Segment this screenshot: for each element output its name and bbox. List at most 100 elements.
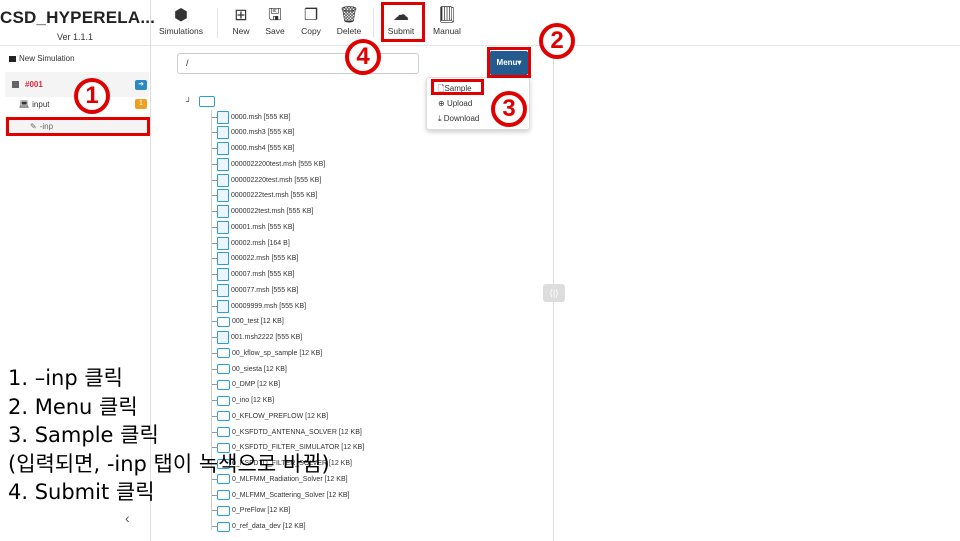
file-item[interactable]: 00009999.msh [555 KB] (212, 299, 306, 313)
instruction-line: (입력되면, -inp 탭이 녹색으로 바뀜) (8, 451, 330, 476)
item-label: 000022.msh [555 KB] (231, 255, 299, 263)
app-version: Ver 1.1.1 (56, 32, 94, 42)
book-icon: 📕︎ (436, 7, 458, 24)
simulations-button[interactable]: ⬢ Simulations (159, 6, 203, 36)
collapse-sidebar-button[interactable]: ‹ (125, 510, 130, 526)
folder-item[interactable]: 0_ref_data_dev [12 KB] (212, 520, 306, 534)
file-item[interactable]: 00002.msh [164 B] (212, 236, 290, 250)
laptop-icon: 💻︎ (19, 100, 30, 109)
annotation-box-inp (6, 117, 150, 136)
file-icon (217, 236, 229, 250)
tree-toggle[interactable]: ┘ (186, 97, 192, 106)
menu-item-download[interactable]: ⤓ Download (438, 114, 479, 124)
path-input[interactable]: / (177, 53, 419, 74)
copy-icon: ❐ (303, 7, 319, 24)
tree-branch (212, 510, 218, 512)
item-label: 00000222test.msh [555 KB] (231, 192, 318, 200)
new-simulation-label: New Simulation (19, 54, 75, 63)
simulation-icon (12, 81, 19, 88)
instruction-line: 1. –inp 클릭 (8, 366, 124, 390)
brand: CSD_HYPERELA... Ver 1.1.1 (0, 0, 156, 46)
tree-branch (212, 526, 218, 527)
floppy-icon: 🖫 (268, 7, 282, 24)
file-icon (217, 283, 229, 297)
file-item[interactable]: 0000.msh [555 KB] (212, 110, 291, 124)
tree-branch (212, 195, 218, 197)
file-icon (217, 331, 229, 344)
plus-square-icon: ⊞ (234, 7, 248, 24)
menu-item-upload[interactable]: ⊕ Upload (438, 99, 472, 108)
folder-icon (217, 316, 230, 327)
file-icon (217, 173, 229, 187)
file-icon (217, 189, 229, 203)
annotation-circle-2: 2 (539, 23, 575, 59)
app-title: CSD_HYPERELA... (0, 8, 156, 27)
file-icon (217, 157, 229, 171)
tree-branch (212, 148, 218, 149)
root-folder-icon[interactable] (199, 96, 215, 107)
item-label: 0000022200test.msh [555 KB] (231, 160, 326, 168)
trash-icon: 🗑︎ (338, 7, 360, 24)
file-item[interactable]: 0000022200test.msh [555 KB] (212, 157, 326, 171)
file-item[interactable]: 000077.msh [555 KB] (212, 283, 299, 297)
new-button[interactable]: ⊞ New (229, 6, 253, 36)
file-item[interactable]: 0000.msh3 [555 KB] (212, 126, 295, 140)
file-icon (217, 268, 229, 281)
instruction-line: 3. Sample 클릭 (8, 423, 159, 447)
new-label: New (232, 26, 250, 36)
file-item[interactable]: 0000.msh4 [555 KB] (212, 142, 295, 156)
tree-branch (212, 274, 218, 275)
delete-button[interactable]: 🗑︎ Delete (334, 6, 364, 36)
upload-label: Upload (446, 99, 473, 108)
resize-handle[interactable]: ⟨|⟩ (543, 284, 565, 302)
manual-button[interactable]: 📕︎ Manual (430, 6, 464, 36)
tree-branch (212, 132, 218, 134)
sim-id-label: #001 (25, 80, 43, 89)
input-label: input (32, 100, 50, 109)
file-item[interactable]: 00001.msh [555 KB] (212, 220, 294, 234)
item-label: 0_PreFlow [12 KB] (232, 507, 291, 515)
simulation-item-001[interactable]: #001 (12, 80, 43, 89)
item-label: 0000.msh3 [555 KB] (231, 129, 295, 137)
folder-icon (217, 505, 230, 516)
input-count-badge: 1 (135, 99, 147, 109)
file-icon (217, 142, 229, 155)
file-icon (217, 205, 229, 218)
save-button[interactable]: 🖫 Save (262, 6, 288, 36)
copy-button[interactable]: ❐ Copy (297, 6, 325, 36)
tree-branch (212, 163, 218, 165)
item-label: 001.msh2222 [555 KB] (231, 334, 303, 341)
new-simulation-item[interactable]: New Simulation (9, 54, 75, 63)
file-item[interactable]: 00007.msh [555 KB] (212, 268, 294, 282)
separator (217, 8, 218, 38)
copy-label: Copy (301, 26, 321, 36)
file-icon (217, 299, 229, 313)
folder-item[interactable]: 00_kflow_sp_sample [12 KB] (212, 346, 322, 360)
item-label: 0000.msh4 [555 KB] (231, 145, 295, 152)
item-label: 000_test [12 KB] (232, 318, 284, 326)
annotation-circle-4: 4 (345, 39, 381, 75)
manual-label: Manual (433, 26, 461, 36)
item-label: 0000.msh [555 KB] (231, 113, 291, 121)
file-item[interactable]: 001.msh2222 [555 KB] (212, 331, 303, 345)
download-label: Download (443, 114, 480, 123)
annotation-circle-3: 3 (491, 91, 527, 127)
tree-branch (212, 321, 218, 323)
item-label: 00002.msh [164 B] (231, 239, 290, 247)
item-label: 0000022test.msh [555 KB] (231, 208, 314, 215)
tree-branch (212, 258, 218, 260)
file-icon (217, 252, 229, 266)
input-item[interactable]: 💻︎ input (19, 100, 50, 109)
folder-item[interactable]: 000_test [12 KB] (212, 315, 284, 329)
instructions: 1. –inp 클릭 2. Menu 클릭 3. Sample 클릭 (입력되면… (8, 364, 330, 507)
file-icon (217, 126, 229, 140)
file-item[interactable]: 00000222test.msh [555 KB] (212, 189, 318, 203)
folder-icon (9, 55, 16, 62)
go-arrow-button[interactable]: ➜ (135, 80, 147, 90)
annotation-circle-1: 1 (74, 78, 110, 114)
annotation-box-sample (431, 79, 484, 95)
item-label: 000077.msh [555 KB] (231, 286, 299, 294)
file-item[interactable]: 000002220test.msh [555 KB] (212, 173, 321, 187)
file-item[interactable]: 000022.msh [555 KB] (212, 252, 299, 266)
file-item[interactable]: 0000022test.msh [555 KB] (212, 205, 314, 219)
